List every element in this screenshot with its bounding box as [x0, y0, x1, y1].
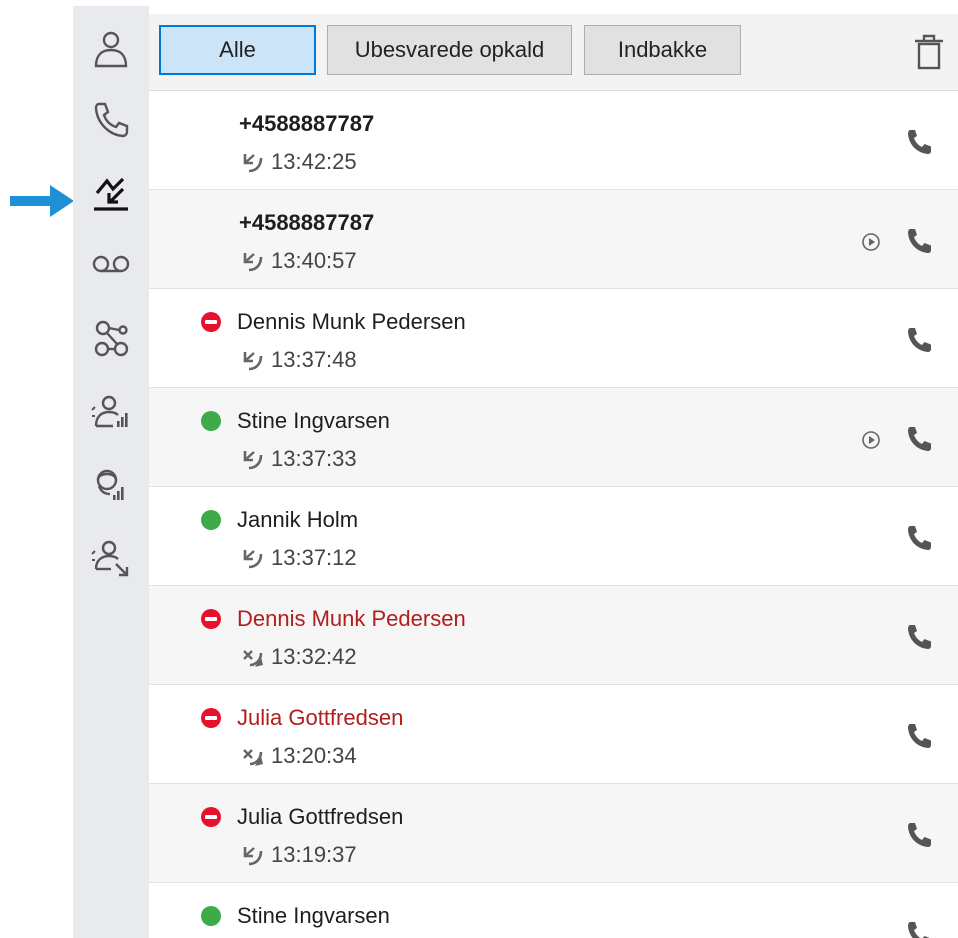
call-back-icon[interactable]	[905, 226, 935, 256]
call-history-row[interactable]: Stine Ingvarsen 13:37:33	[149, 388, 958, 487]
call-time: 13:37:12	[271, 545, 357, 570]
call-time: 13:32:42	[271, 644, 357, 669]
tab-all[interactable]: Alle	[159, 25, 316, 75]
headset-status-icon	[96, 469, 124, 500]
status-online-icon	[201, 906, 221, 926]
sidebar-item-call-history[interactable]	[73, 163, 149, 223]
call-back-icon[interactable]	[905, 523, 935, 553]
caller-name: Dennis Munk Pedersen	[237, 606, 466, 631]
sidebar-item-agent-transfer[interactable]	[73, 529, 149, 589]
status-busy-icon	[201, 609, 221, 629]
caller-name: Dennis Munk Pedersen	[237, 309, 466, 334]
call-history-row[interactable]: Dennis Munk Pedersen 13:32:42	[149, 586, 958, 685]
call-back-icon[interactable]	[905, 721, 935, 751]
call-time: 13:42:25	[271, 149, 357, 174]
call-back-icon[interactable]	[905, 325, 935, 355]
call-back-icon[interactable]	[905, 622, 935, 652]
trash-icon[interactable]	[911, 32, 947, 72]
agent-status-icon	[91, 395, 128, 428]
caller-name: Jannik Holm	[237, 507, 359, 532]
sidebar-item-headset-status[interactable]	[73, 456, 149, 516]
call-time: 13:40:57	[271, 248, 357, 273]
call-history-row[interactable]: Julia Gottfredsen 13:20:34	[149, 685, 958, 784]
call-time: 13:37:33	[271, 446, 357, 471]
call-time: 13:19:37	[271, 842, 357, 867]
incoming-call-icon	[243, 352, 263, 371]
tab-inbox[interactable]: Indbakke	[584, 25, 741, 75]
sidebar-item-agent-status[interactable]	[73, 384, 149, 444]
call-history-row[interactable]: Stine Ingvarsen	[149, 883, 958, 938]
missed-call-icon	[243, 749, 263, 766]
call-history-row[interactable]: Jannik Holm 13:37:12	[149, 487, 958, 586]
play-recording-icon[interactable]	[861, 430, 881, 450]
call-history-row[interactable]: Dennis Munk Pedersen 13:37:48	[149, 289, 958, 388]
incoming-call-icon	[243, 253, 263, 272]
sidebar-item-queues[interactable]	[73, 308, 149, 368]
call-time: 13:20:34	[271, 743, 357, 768]
caller-name: +4588887787	[239, 210, 375, 235]
caller-name: +4588887787	[239, 111, 375, 136]
call-history-icon	[94, 177, 128, 211]
incoming-call-icon	[243, 451, 263, 470]
sidebar-item-contacts[interactable]	[73, 20, 149, 80]
caller-name: Stine Ingvarsen	[237, 903, 390, 928]
status-busy-icon	[201, 807, 221, 827]
contact-icon	[94, 31, 128, 68]
call-back-icon[interactable]	[905, 424, 935, 454]
caller-name: Julia Gottfredsen	[237, 705, 404, 730]
call-list: +4588887787 13:42:25 +4588887787 13:40:57 De…	[149, 91, 958, 938]
voicemail-icon	[92, 255, 130, 273]
call-history-row[interactable]: +4588887787 13:40:57	[149, 190, 958, 289]
call-history-panel: Alle Ubesvarede opkald Indbakke +4588887…	[149, 14, 958, 938]
call-history-row[interactable]: +4588887787 13:42:25	[149, 91, 958, 190]
status-busy-icon	[201, 708, 221, 728]
call-back-icon[interactable]	[905, 919, 935, 938]
call-back-icon[interactable]	[905, 820, 935, 850]
missed-call-icon	[243, 650, 263, 667]
sidebar-item-phone[interactable]	[73, 90, 149, 150]
status-busy-icon	[201, 312, 221, 332]
call-time: 13:37:48	[271, 347, 357, 372]
incoming-call-icon	[243, 847, 263, 866]
play-recording-icon[interactable]	[861, 232, 881, 252]
incoming-call-icon	[243, 550, 263, 569]
sidebar	[73, 6, 149, 938]
sidebar-item-voicemail[interactable]	[73, 234, 149, 294]
incoming-call-icon	[243, 154, 263, 173]
agent-transfer-icon	[91, 540, 129, 577]
caller-name: Julia Gottfredsen	[237, 804, 404, 829]
tab-missed-calls[interactable]: Ubesvarede opkald	[327, 25, 572, 75]
queues-icon	[94, 320, 129, 357]
call-history-row[interactable]: Julia Gottfredsen 13:19:37	[149, 784, 958, 883]
status-online-icon	[201, 411, 221, 431]
status-online-icon	[201, 510, 221, 530]
call-back-icon[interactable]	[905, 127, 935, 157]
phone-icon	[94, 102, 129, 138]
filter-toolbar: Alle Ubesvarede opkald Indbakke	[149, 14, 958, 91]
caller-name: Stine Ingvarsen	[237, 408, 390, 433]
pointer-arrow-icon	[10, 185, 74, 217]
